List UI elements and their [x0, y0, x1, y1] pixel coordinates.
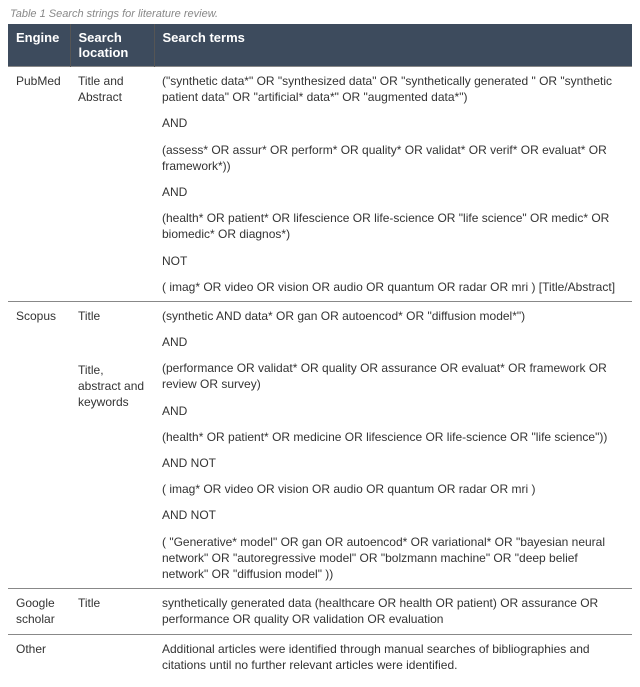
term-line: ("synthetic data*" OR "synthesized data"…	[162, 73, 624, 105]
table-caption: Table 1 Search strings for literature re…	[8, 8, 632, 20]
terms-cell: synthetically generated data (healthcare…	[154, 589, 632, 634]
table-header-row: Engine Search location Search terms	[8, 24, 632, 67]
location-line: Title, abstract and keywords	[78, 362, 146, 411]
location-line: Title	[78, 308, 146, 324]
header-location: Search location	[70, 24, 154, 67]
term-line: (performance OR validat* OR quality OR a…	[162, 360, 624, 392]
location-cell: Title	[70, 589, 154, 634]
location-cell: Title and Abstract	[70, 67, 154, 302]
engine-cell: Scopus	[8, 301, 70, 588]
header-engine: Engine	[8, 24, 70, 67]
engine-cell: Google scholar	[8, 589, 70, 634]
term-line: AND NOT	[162, 507, 624, 523]
table-row: Scopus Title Title, abstract and keyword…	[8, 301, 632, 588]
term-line: (synthetic AND data* OR gan OR autoencod…	[162, 308, 624, 324]
location-cell: Title Title, abstract and keywords	[70, 301, 154, 588]
term-line: ( imag* OR video OR vision OR audio OR q…	[162, 481, 624, 497]
term-line: AND	[162, 403, 624, 419]
engine-cell: PubMed	[8, 67, 70, 302]
terms-cell: (synthetic AND data* OR gan OR autoencod…	[154, 301, 632, 588]
term-line: AND	[162, 334, 624, 350]
term-line: AND	[162, 184, 624, 200]
term-line: (health* OR patient* OR lifescience OR l…	[162, 210, 624, 242]
term-line: ( "Generative* model" OR gan OR autoenco…	[162, 534, 624, 583]
engine-cell: Other	[8, 634, 70, 679]
table-row: PubMed Title and Abstract ("synthetic da…	[8, 67, 632, 302]
term-line: NOT	[162, 253, 624, 269]
terms-cell: Additional articles were identified thro…	[154, 634, 632, 679]
location-cell	[70, 634, 154, 679]
term-line: AND	[162, 115, 624, 131]
header-terms: Search terms	[154, 24, 632, 67]
table-row: Other Additional articles were identifie…	[8, 634, 632, 679]
term-line: (assess* OR assur* OR perform* OR qualit…	[162, 142, 624, 174]
term-line: (health* OR patient* OR medicine OR life…	[162, 429, 624, 445]
table-row: Google scholar Title synthetically gener…	[8, 589, 632, 634]
search-strings-table: Engine Search location Search terms PubM…	[8, 24, 632, 679]
terms-cell: ("synthetic data*" OR "synthesized data"…	[154, 67, 632, 302]
term-line: ( imag* OR video OR vision OR audio OR q…	[162, 279, 624, 295]
term-line: AND NOT	[162, 455, 624, 471]
